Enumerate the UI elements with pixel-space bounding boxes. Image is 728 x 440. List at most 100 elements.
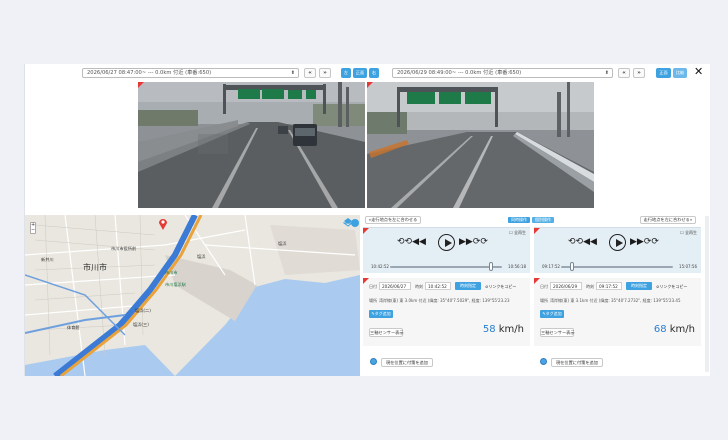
player-controls-fwd: ▶▶⟳⟳ xyxy=(630,236,659,248)
copy-link-label: リンクをコピー xyxy=(659,284,688,289)
left-recording-select[interactable]: 2026/06/27 08:47:00~ --- 0.0km 付近 (車番:65… xyxy=(82,68,299,78)
speed-display: 58 km/h xyxy=(483,324,524,335)
date-field[interactable]: 2026/06/29 xyxy=(550,282,582,290)
player-controls: ⟲⟲◀◀ xyxy=(397,236,426,248)
marker-corner-icon xyxy=(367,82,373,88)
time-label: 時刻 xyxy=(586,284,594,289)
all-play-label: 全再生 xyxy=(514,230,526,235)
chevron-down-icon: ⬍ xyxy=(290,70,295,76)
right-prev-button[interactable]: « xyxy=(618,68,630,78)
right-view-front-button[interactable]: 正面 xyxy=(656,68,671,78)
date-field[interactable]: 2026/06/27 xyxy=(379,282,411,290)
speed-unit: km/h xyxy=(498,324,524,335)
map-label: 塩浜(三) xyxy=(133,322,149,327)
right-view-compare-button[interactable]: 比較 xyxy=(673,68,687,78)
all-play-checkbox[interactable]: ☐ 全再生 xyxy=(509,230,526,236)
map-label: 市川塩浜駅 xyxy=(165,282,186,287)
map-label: 新井川 xyxy=(41,257,54,262)
sensor-button[interactable]: 三軸センサー表示 xyxy=(540,328,575,337)
right-road-scene xyxy=(367,82,594,208)
note-pin-icon xyxy=(540,358,547,365)
seek-bar[interactable] xyxy=(561,266,673,268)
copy-link-button[interactable]: ⊘リンクをコピー xyxy=(656,284,687,290)
left-prev-button[interactable]: « xyxy=(304,68,316,78)
speed-value: 68 xyxy=(653,324,667,335)
time-end: 15:07:56 xyxy=(679,264,697,269)
left-dashcam-view xyxy=(138,82,365,208)
time-field[interactable]: 09:17:52 xyxy=(596,282,622,290)
play-button[interactable] xyxy=(609,234,626,251)
app-window: 2026/06/27 08:47:00~ --- 0.0km 付近 (車番:65… xyxy=(24,64,710,376)
sensor-button[interactable]: 三軸センサー表示 xyxy=(369,328,404,337)
add-note-button[interactable]: 現在位置に付箋を追加 xyxy=(551,358,603,367)
rewind-5-icon[interactable]: ⟲ xyxy=(405,237,413,247)
align-right-button[interactable]: 走行地点を左に合わせる» xyxy=(640,216,696,224)
all-play-checkbox[interactable]: ☐ 全再生 xyxy=(680,230,697,236)
marker-corner-icon xyxy=(534,278,540,284)
tag-add-button[interactable]: ✎タグ追加 xyxy=(369,310,393,318)
right-recording-select-value: 2026/06/29 08:49:00~ --- 0.0km 付近 (車番:65… xyxy=(397,70,522,76)
fast-forward-icon[interactable]: ▶▶ xyxy=(630,237,644,247)
seek-knob[interactable] xyxy=(488,262,493,271)
place-label: 場所 xyxy=(540,298,548,303)
tag-add-label: タグ追加 xyxy=(374,311,391,316)
align-left-button[interactable]: «走行地点を左に合わせる xyxy=(365,216,421,224)
panel-scrollbar[interactable] xyxy=(705,216,709,372)
info-panel-1: 日付 2026/06/27 時刻 10:42:52 時刻指定 ⊘リンクをコピー … xyxy=(363,278,530,346)
forward-10-icon[interactable]: ⟳ xyxy=(651,237,659,247)
fast-backward-icon[interactable]: ◀◀ xyxy=(583,237,597,247)
left-view-left-button[interactable]: 左 xyxy=(341,68,351,78)
sync-mode-tab[interactable]: 同時操作 xyxy=(508,217,530,223)
map-label: 市川市役所前 xyxy=(111,246,137,251)
time-set-button[interactable]: 時刻指定 xyxy=(455,282,481,290)
close-icon[interactable]: ✕ xyxy=(694,66,703,77)
fast-backward-icon[interactable]: ◀◀ xyxy=(412,237,426,247)
map-layers-icon[interactable] xyxy=(342,217,354,229)
right-dashcam-view xyxy=(367,82,594,208)
left-view-right-button[interactable]: 右 xyxy=(369,68,379,78)
marker-corner-icon xyxy=(138,82,144,88)
map-label: 市川市 xyxy=(165,270,178,275)
time-end: 10:56:18 xyxy=(508,264,526,269)
play-button[interactable] xyxy=(438,234,455,251)
rewind-5-icon[interactable]: ⟲ xyxy=(576,237,584,247)
time-label: 時刻 xyxy=(415,284,423,289)
time-field[interactable]: 10:42:52 xyxy=(425,282,451,290)
map-location-pin-icon xyxy=(158,217,168,232)
speed-display: 68 km/h xyxy=(654,324,695,335)
seek-bar[interactable] xyxy=(390,266,502,268)
player-panel-2: ☐ 全再生 ⟲⟲◀◀ ▶▶⟳⟳ 09:17:52 15:07:56 xyxy=(534,227,701,273)
add-note-button[interactable]: 現在位置に付箋を追加 xyxy=(381,358,433,367)
map-canvas xyxy=(25,215,360,376)
forward-10-icon[interactable]: ⟳ xyxy=(480,237,488,247)
map-zoom-control: + − xyxy=(30,222,36,234)
rewind-10-icon[interactable]: ⟲ xyxy=(397,237,405,247)
seek-knob[interactable] xyxy=(570,262,575,271)
copy-link-label: リンクをコピー xyxy=(488,284,517,289)
map-label: 塩浜 xyxy=(278,241,287,246)
tag-add-button[interactable]: ✎タグ追加 xyxy=(540,310,564,318)
place-value: 湾岸線(東) 東 3.1km 付近 (緯度: 35°40'7.2732", 経度… xyxy=(550,298,681,303)
map-view[interactable]: + − 市川市役所前 市川市 市川市 塩浜 塩浜 市川塩浜駅 体育館 塩浜(三)… xyxy=(25,215,360,376)
zoom-out-button[interactable]: − xyxy=(31,228,35,233)
player-panel-1: ☐ 全再生 ⟲⟲◀◀ ▶▶⟳⟳ 10:42:52 10:56:18 xyxy=(363,227,530,273)
right-next-button[interactable]: » xyxy=(633,68,645,78)
player-controls-fwd: ▶▶⟳⟳ xyxy=(459,236,488,248)
left-next-button[interactable]: » xyxy=(319,68,331,78)
map-label: 塩浜 xyxy=(197,254,206,259)
left-road-scene xyxy=(138,82,365,208)
individual-mode-tab[interactable]: 個別操作 xyxy=(532,217,554,223)
left-view-front-button[interactable]: 正面 xyxy=(353,68,367,78)
fast-forward-icon[interactable]: ▶▶ xyxy=(459,237,473,247)
place-label: 場所 xyxy=(369,298,377,303)
rewind-10-icon[interactable]: ⟲ xyxy=(568,237,576,247)
right-recording-select[interactable]: 2026/06/29 08:49:00~ --- 0.0km 付近 (車番:65… xyxy=(392,68,613,78)
speed-value: 58 xyxy=(482,324,496,335)
copy-link-button[interactable]: ⊘リンクをコピー xyxy=(485,284,516,290)
tag-add-label: タグ追加 xyxy=(545,311,562,316)
all-play-label: 全再生 xyxy=(685,230,697,235)
time-set-button[interactable]: 時刻指定 xyxy=(626,282,652,290)
time-start: 10:42:52 xyxy=(371,264,389,269)
map-label: 市川市 xyxy=(83,263,107,272)
marker-corner-icon xyxy=(534,228,540,234)
